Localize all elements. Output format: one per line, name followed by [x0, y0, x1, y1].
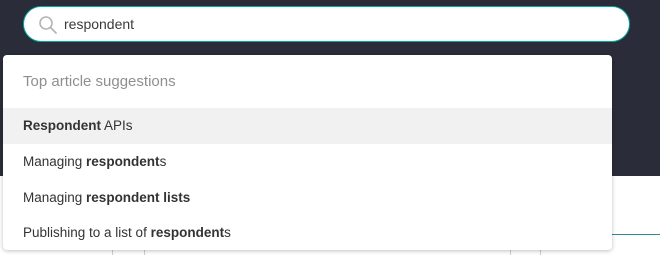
suggestion-match: respondent [150, 225, 225, 240]
suggestion-match: respondent lists [86, 190, 191, 205]
suggestion-match: Respondent [23, 118, 102, 133]
suggestion-item[interactable]: Managing respondent lists [3, 180, 612, 216]
suggestions-heading: Top article suggestions [23, 73, 176, 90]
suggestion-item[interactable]: Managing respondents [3, 144, 612, 180]
suggestion-match: respondent [86, 154, 160, 169]
tab-underline [612, 234, 660, 235]
search-icon [38, 15, 58, 35]
suggestions-dropdown: Top article suggestions Respondent APIs … [3, 55, 612, 250]
suggestion-item[interactable]: Respondent APIs [3, 108, 612, 144]
suggestion-text: Managing [23, 154, 87, 169]
suggestion-text: APIs [101, 118, 133, 133]
search-box[interactable] [23, 6, 630, 42]
suggestion-text: s [159, 154, 167, 169]
suggestion-text: Publishing to a list of [23, 225, 151, 240]
search-input[interactable] [64, 11, 604, 37]
suggestion-item[interactable]: Publishing to a list of respondents [3, 215, 612, 250]
suggestion-text: Managing [23, 190, 87, 205]
suggestion-text: s [224, 225, 231, 240]
